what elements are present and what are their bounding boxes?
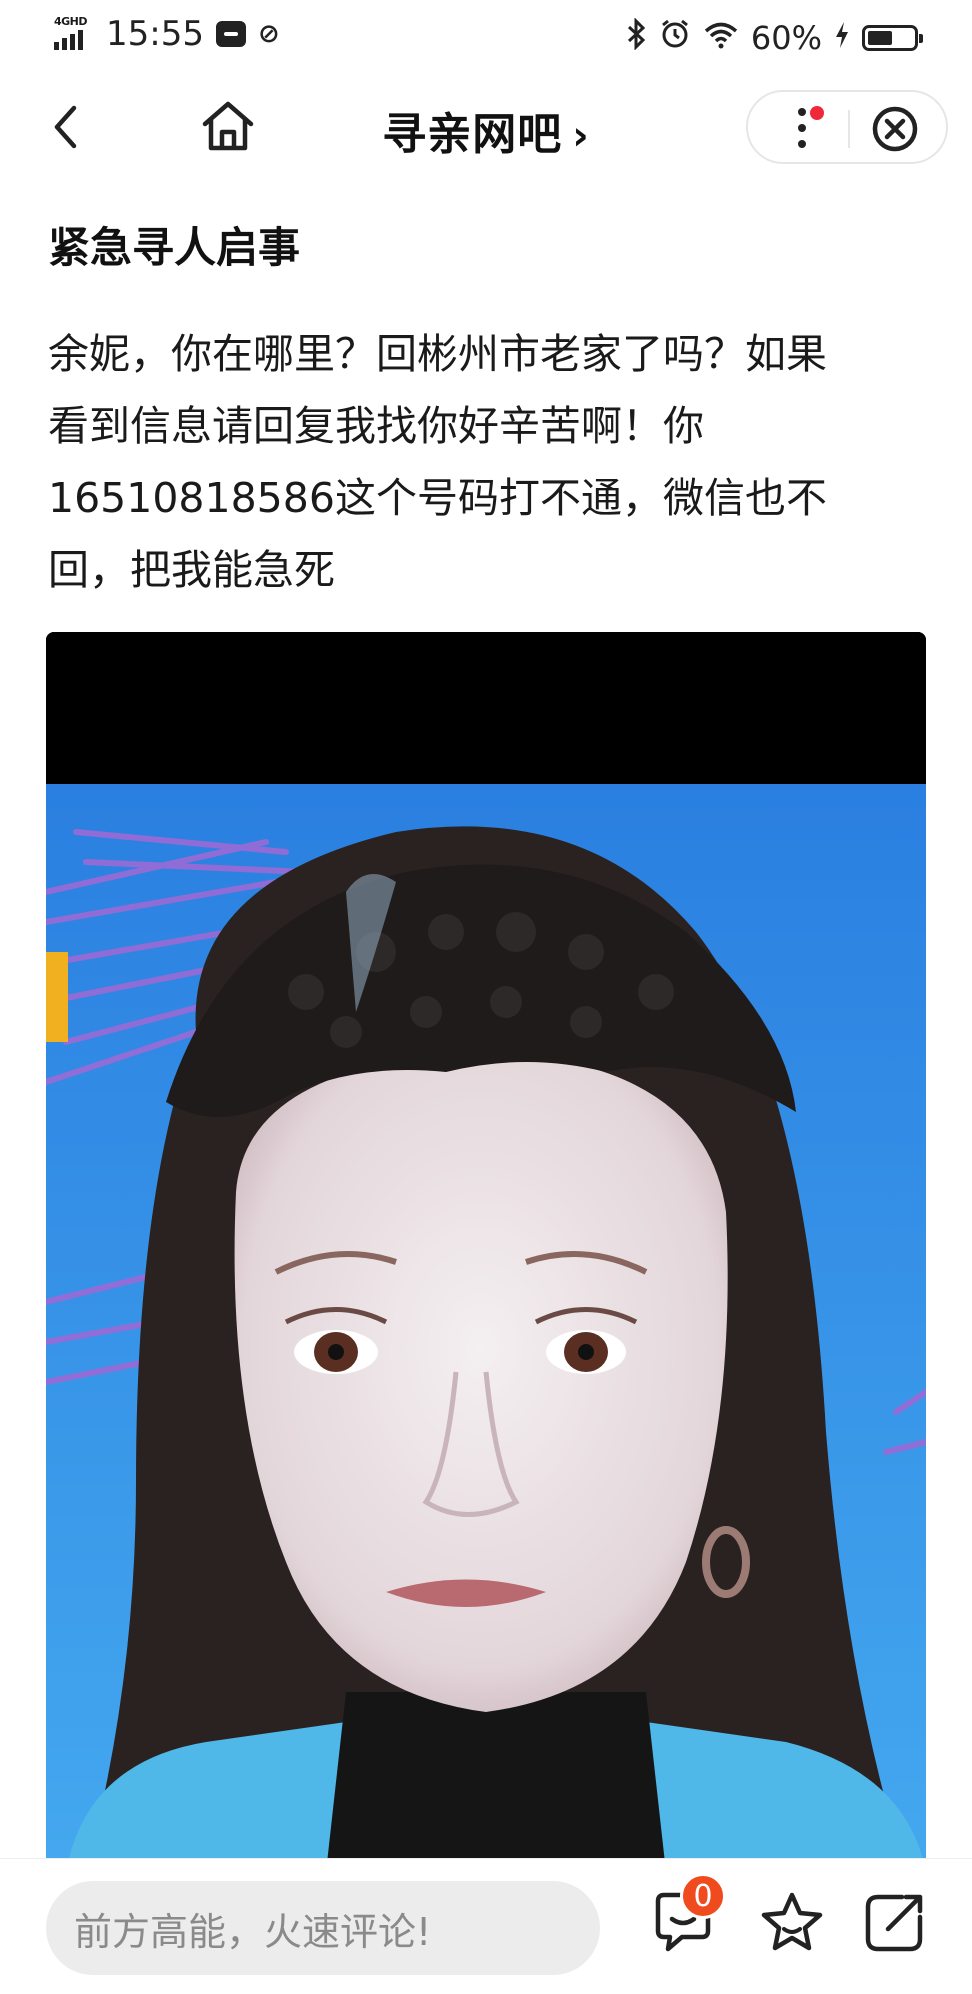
comment-input[interactable]: 前方高能，火速评论! — [46, 1881, 600, 1975]
post-body-line: 回，把我能急死 — [48, 546, 335, 594]
share-button[interactable] — [858, 1887, 930, 1959]
more-button[interactable] — [772, 100, 832, 156]
share-icon — [865, 1894, 923, 1952]
battery-icon — [862, 25, 923, 51]
close-icon — [872, 106, 918, 152]
notification-dot — [810, 106, 824, 120]
favorite-button[interactable] — [756, 1887, 828, 1959]
more-icon-dot — [798, 140, 806, 148]
status-bar: 4GHD 15:55 ⊘ 60% — [0, 0, 972, 78]
more-icon-dot — [798, 124, 806, 132]
capsule-divider — [848, 110, 850, 148]
nav-bar: 寻亲网吧 › — [0, 78, 972, 178]
more-icon — [798, 108, 806, 116]
post-body: 余妮，你在哪里？回彬州市老家了吗？如果 看到信息请回复我找你好辛苦啊！你 165… — [48, 318, 928, 606]
battery-percent: 60% — [750, 19, 822, 57]
post-body-line: 余妮，你在哪里？回彬州市老家了吗？如果 — [48, 330, 827, 378]
post-body-line: 16510818586这个号码打不通，微信也不 — [48, 474, 827, 522]
mini-program-capsule — [746, 90, 948, 164]
bluetooth-icon — [627, 17, 647, 58]
wifi-icon — [703, 19, 739, 57]
alarm-icon — [659, 18, 691, 58]
message-icon — [215, 21, 246, 47]
post-body-line: 看到信息请回复我找你好辛苦啊！你 — [48, 402, 704, 450]
star-icon — [761, 1892, 823, 1951]
comment-placeholder: 前方高能，火速评论! — [74, 1909, 432, 1954]
status-left: 4GHD 15:55 ⊘ — [52, 14, 280, 54]
close-button[interactable] — [870, 104, 920, 154]
post-image[interactable] — [46, 632, 926, 1872]
signal-icon: 4GHD — [52, 16, 94, 52]
bottom-bar: 前方高能，火速评论! 0 — [0, 1858, 972, 1994]
chevron-right-icon: › — [572, 113, 590, 159]
comment-count-badge: 0 — [680, 1873, 726, 1919]
status-time: 15:55 — [106, 14, 204, 54]
sim-icon: ⊘ — [257, 19, 280, 49]
forum-title-text: 寻亲网吧 — [382, 109, 563, 160]
charging-icon — [834, 19, 850, 57]
network-label: 4GHD — [54, 15, 88, 28]
portrait-photo — [46, 632, 926, 1872]
post-title: 紧急寻人启事 — [48, 223, 301, 272]
status-right: 60% — [627, 17, 923, 58]
